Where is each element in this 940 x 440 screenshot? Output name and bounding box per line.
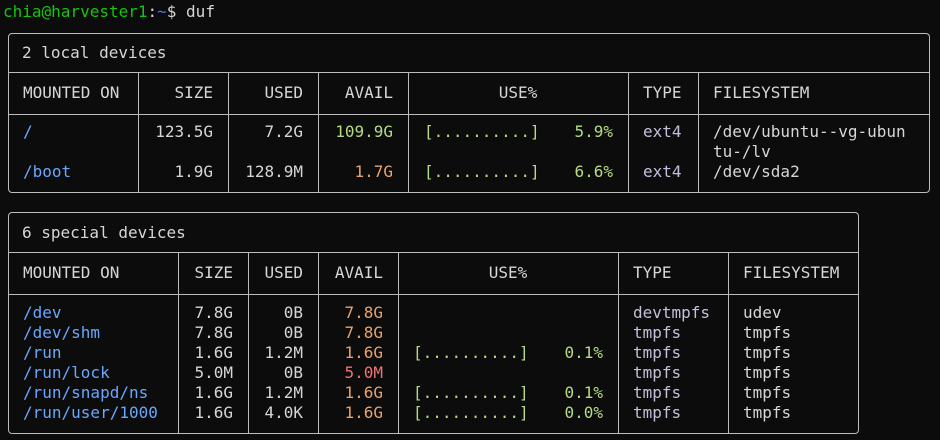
usage-bar: [..........] [413, 403, 529, 422]
avail-value: 1.6G [344, 403, 383, 422]
filesystem-value: tmpfs [743, 363, 792, 382]
mount-point: /dev/shm [23, 323, 101, 342]
size-value: 123.5G [155, 122, 213, 141]
header-mounted-on: MOUNTED ON [23, 83, 120, 102]
header-avail: AVAIL [334, 263, 383, 282]
usage-percent: 0.1% [564, 343, 603, 362]
divider [698, 72, 699, 192]
filesystem-value-wrap: tu-/lv [713, 142, 771, 161]
prompt-command: $ duf [166, 2, 215, 21]
header-filesystem: FILESYSTEM [743, 263, 840, 282]
mount-point: /run/user/1000 [23, 403, 158, 422]
used-value: 1.2M [264, 343, 303, 362]
header-mounted-on: MOUNTED ON [23, 263, 120, 282]
mount-point: /run/lock [23, 363, 110, 382]
header-use-percent: USE% [498, 83, 538, 102]
shell-prompt: chia@harvester1:~$ duf [3, 2, 215, 22]
size-value: 1.6G [194, 343, 233, 362]
used-value: 0B [283, 363, 303, 382]
divider [9, 252, 858, 253]
divider [9, 294, 858, 295]
filesystem-value: /dev/sda2 [713, 162, 800, 181]
usage-bar: [..........] [424, 122, 540, 141]
avail-value: 7.8G [344, 323, 383, 342]
usage-bar: [..........] [424, 162, 540, 181]
header-type: TYPE [633, 263, 672, 282]
fs-type: ext4 [643, 162, 682, 181]
prompt-user: chia@harvester1 [3, 2, 148, 21]
divider [618, 252, 619, 433]
size-value: 1.9G [174, 162, 213, 181]
fs-type: ext4 [643, 122, 682, 141]
avail-value: 1.7G [354, 162, 393, 181]
filesystem-value: tmpfs [743, 403, 792, 422]
header-use-percent: USE% [488, 263, 528, 282]
filesystem-value: tmpfs [743, 343, 792, 362]
avail-value: 5.0M [344, 363, 383, 382]
filesystem-value: tmpfs [743, 383, 792, 402]
header-used: USED [264, 263, 303, 282]
size-value: 7.8G [194, 323, 233, 342]
divider [728, 252, 729, 433]
divider [9, 72, 929, 73]
used-value: 128.9M [245, 162, 303, 181]
mount-point: /boot [23, 162, 72, 181]
avail-value: 109.9G [335, 122, 393, 141]
mount-point: /run/snapd/ns [23, 383, 149, 402]
fs-type: tmpfs [633, 383, 682, 402]
filesystem-value: /dev/ubuntu--vg-ubun [713, 122, 906, 141]
special-devices-table: 6 special devices MOUNTED ON SIZE USED A… [8, 212, 859, 434]
divider [9, 114, 929, 115]
used-value: 4.0K [264, 403, 303, 422]
fs-type: tmpfs [633, 343, 682, 362]
usage-bar: [..........] [413, 383, 529, 402]
usage-percent: 0.1% [564, 383, 603, 402]
avail-value: 7.8G [344, 303, 383, 322]
divider [628, 72, 629, 192]
used-value: 0B [283, 323, 303, 342]
mount-point: /run [23, 343, 62, 362]
mount-point: /dev [23, 303, 62, 322]
header-used: USED [264, 83, 303, 102]
header-type: TYPE [643, 83, 682, 102]
usage-bar: [..........] [413, 343, 529, 362]
special-devices-title: 6 special devices [22, 223, 186, 242]
prompt-path: ~ [157, 2, 167, 21]
used-value: 0B [283, 303, 303, 322]
used-value: 7.2G [264, 122, 303, 141]
fs-type: devtmpfs [633, 303, 711, 322]
usage-percent: 6.6% [574, 162, 613, 181]
fs-type: tmpfs [633, 403, 682, 422]
header-size: SIZE [194, 263, 233, 282]
size-value: 1.6G [194, 403, 233, 422]
used-value: 1.2M [264, 383, 303, 402]
prompt-separator: : [147, 2, 158, 21]
local-devices-table: 2 local devices MOUNTED ON SIZE USED AVA… [8, 33, 930, 193]
usage-percent: 5.9% [574, 122, 613, 141]
header-size: SIZE [174, 83, 213, 102]
avail-value: 1.6G [344, 383, 383, 402]
size-value: 1.6G [194, 383, 233, 402]
fs-type: tmpfs [633, 323, 682, 342]
header-filesystem: FILESYSTEM [713, 83, 810, 102]
avail-value: 1.6G [344, 343, 383, 362]
size-value: 5.0M [194, 363, 233, 382]
fs-type: tmpfs [633, 363, 682, 382]
local-devices-title: 2 local devices [22, 43, 167, 62]
usage-percent: 0.0% [564, 403, 603, 422]
mount-point: / [23, 122, 33, 141]
header-avail: AVAIL [344, 83, 393, 102]
filesystem-value: tmpfs [743, 323, 792, 342]
size-value: 7.8G [194, 303, 233, 322]
filesystem-value: udev [743, 303, 782, 322]
